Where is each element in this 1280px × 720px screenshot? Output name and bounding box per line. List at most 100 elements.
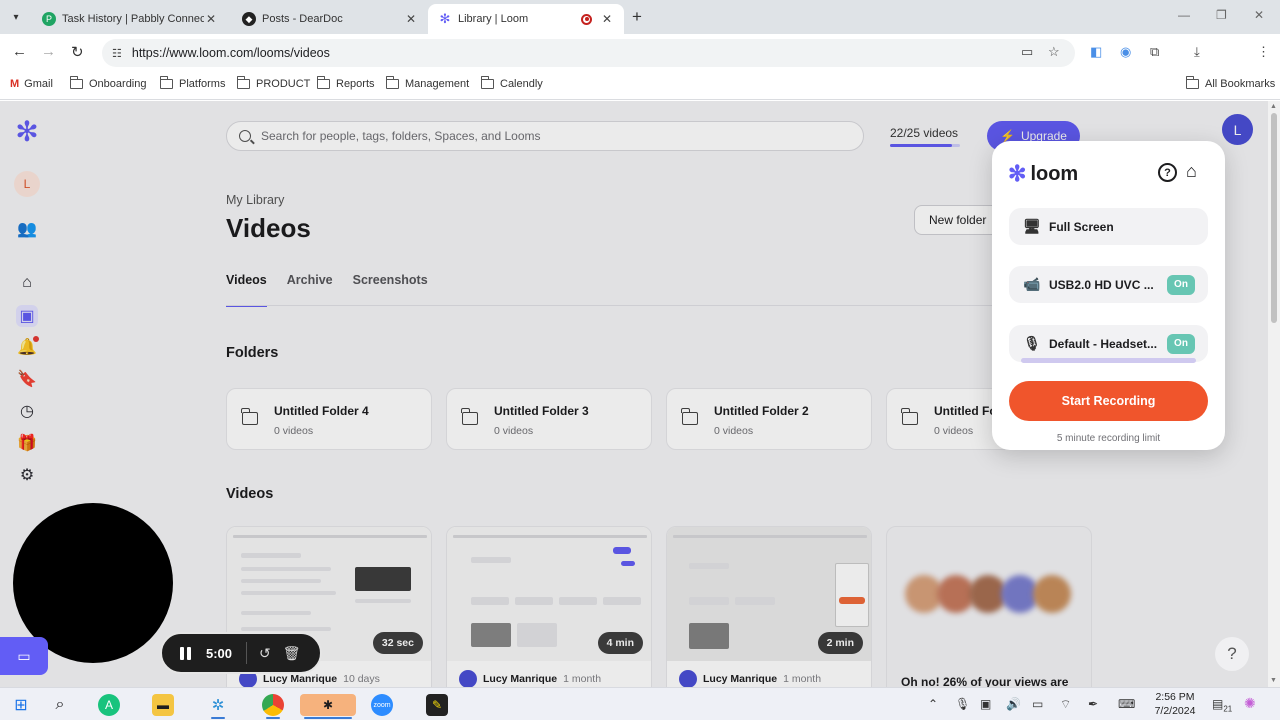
camera-toggle-icon[interactable]: ▭ — [0, 637, 48, 675]
grammarly-icon[interactable]: ◉ — [1120, 44, 1131, 60]
scrollbar-thumb[interactable] — [1271, 113, 1277, 323]
screen-option[interactable]: 🖥 Full Screen — [1009, 208, 1208, 245]
app-icon[interactable]: A — [98, 694, 120, 716]
pen-icon[interactable]: ✒ — [1088, 697, 1098, 711]
new-tab-button[interactable]: + — [632, 7, 642, 27]
extensions-puzzle-icon[interactable]: ⧉ — [1150, 44, 1159, 60]
windows-taskbar: ⊞ ⌕ A ▬ ✲ ✱ zoom ✎ ⌃ 🎙 ▣ 🔊 ▭ ⌔ ✒ ⌨ 2:56 … — [0, 687, 1280, 720]
bookmark-label: Onboarding — [89, 78, 147, 90]
bookmark-label: PRODUCT — [256, 78, 311, 90]
bookmark-star-icon[interactable]: ☆ — [1048, 44, 1060, 60]
bookmark-calendly[interactable]: Calendly — [480, 76, 543, 90]
menu-kebab-icon[interactable]: ⋮ — [1257, 44, 1270, 60]
restart-icon[interactable]: ↺ — [259, 645, 271, 662]
sticky-notes-icon[interactable]: ✎ — [426, 694, 448, 716]
copilot-icon[interactable]: ✺ — [1244, 695, 1256, 712]
loom-library-page: ✻ L 👥 ⌂ ▣ 🔔 🔖 ◷ 🎁 ⚙ 22/25 videos ⚡ Upgra… — [0, 101, 1280, 687]
taskbar-clock[interactable]: 2:56 PM 7/2/2024 — [1152, 690, 1198, 718]
bookmark-label: Gmail — [24, 78, 53, 90]
folder-icon — [69, 76, 83, 89]
windows-start-icon[interactable]: ⊞ — [10, 694, 32, 716]
control-divider — [246, 642, 248, 664]
browser-tab-strip: ▾ P Task History | Pabbly Connect ✕ ◆ Po… — [0, 0, 1280, 34]
notification-count: 21 — [1223, 704, 1233, 714]
address-bar[interactable]: ☷ https://www.loom.com/looms/videos — [102, 39, 1075, 67]
close-icon[interactable]: ✕ — [600, 12, 614, 26]
tab-search-dropdown[interactable]: ▾ — [6, 7, 26, 27]
maximize-icon[interactable]: ❐ — [1216, 8, 1227, 22]
tray-overflow-icon[interactable]: ⌃ — [928, 697, 938, 711]
wifi-icon[interactable]: ⌔ — [1060, 697, 1071, 712]
bookmarks-bar: M Gmail Onboarding Platforms PRODUCT Repo… — [0, 72, 1280, 100]
microphone-option[interactable]: 🎙 Default - Headset... On — [1009, 325, 1208, 363]
bookmark-label: Reports — [336, 78, 375, 90]
notifications-icon[interactable]: ▤21 — [1212, 697, 1232, 713]
battery-icon[interactable]: ▭ — [1032, 697, 1043, 711]
forward-icon[interactable]: → — [41, 43, 56, 60]
bookmark-onboarding[interactable]: Onboarding — [69, 76, 147, 90]
option-label: USB2.0 HD UVC ... — [1049, 277, 1154, 292]
tab-title: Task History | Pabbly Connect — [62, 13, 204, 25]
bookmark-management[interactable]: Management — [385, 76, 470, 90]
tab-pabbly[interactable]: P Task History | Pabbly Connect ✕ — [32, 4, 228, 34]
camera-option[interactable]: 📹 USB2.0 HD UVC ... On — [1009, 266, 1208, 303]
scroll-down-icon[interactable]: ▼ — [1270, 677, 1277, 684]
camera-icon: 📹 — [1023, 276, 1041, 292]
pause-icon[interactable] — [180, 646, 192, 660]
close-icon[interactable]: ✕ — [204, 12, 218, 26]
microphone-toggle[interactable]: On — [1167, 333, 1195, 354]
recording-limit-text: 5 minute recording limit — [1056, 433, 1161, 444]
bookmark-platforms[interactable]: Platforms — [159, 76, 226, 90]
microphone-icon[interactable]: 🎙 — [955, 697, 970, 711]
trash-icon[interactable]: 🗑 — [283, 645, 301, 662]
tab-deardoc[interactable]: ◆ Posts - DearDoc ✕ — [232, 4, 428, 34]
tab-title: Posts - DearDoc — [262, 13, 343, 25]
recording-control-bar: 5:00 ↺ 🗑 — [160, 632, 322, 674]
start-recording-button[interactable]: Start Recording — [1009, 381, 1208, 421]
bookmark-product[interactable]: PRODUCT — [236, 76, 311, 90]
extension-icon[interactable]: ◧ — [1090, 44, 1102, 60]
home-icon[interactable]: ⌂ — [1186, 161, 1197, 182]
bookmark-label: Calendly — [500, 78, 543, 90]
minimize-icon[interactable]: — — [1178, 8, 1190, 22]
back-icon[interactable]: ← — [12, 43, 27, 60]
scroll-up-icon[interactable]: ▲ — [1270, 103, 1277, 110]
recorder-logo: ✻ loom — [1008, 161, 1078, 187]
pabbly-favicon-icon: P — [42, 12, 56, 26]
site-info-icon[interactable]: ☷ — [112, 47, 122, 60]
option-label: Full Screen — [1049, 219, 1114, 234]
bookmark-reports[interactable]: Reports — [316, 76, 375, 90]
network-app-icon[interactable]: ✲ — [207, 694, 229, 719]
all-bookmarks[interactable]: All Bookmarks — [1185, 76, 1275, 90]
mic-level-meter — [1021, 358, 1196, 363]
scrollbar[interactable]: ▲ ▼ — [1268, 101, 1280, 687]
keyboard-icon[interactable]: ⌨ — [1118, 697, 1135, 711]
folder-icon — [236, 76, 250, 89]
download-icon[interactable]: ⤓ — [1194, 44, 1200, 60]
search-icon[interactable]: ⌕ — [49, 694, 71, 716]
bookmark-label: Platforms — [179, 78, 226, 90]
file-explorer-icon[interactable]: ▬ — [152, 694, 174, 716]
help-button[interactable]: ? — [1215, 637, 1249, 671]
close-icon[interactable]: ✕ — [404, 12, 418, 26]
help-icon[interactable]: ? — [1158, 163, 1177, 182]
folder-icon — [385, 76, 399, 89]
chrome-icon[interactable] — [262, 694, 284, 719]
reload-icon[interactable]: ↻ — [71, 43, 84, 61]
bookmark-gmail[interactable]: M Gmail — [10, 78, 53, 90]
brand-name: loom — [1030, 162, 1079, 185]
zoom-icon[interactable]: zoom — [371, 694, 393, 716]
close-window-icon[interactable]: ✕ — [1254, 8, 1264, 22]
slack-icon[interactable]: ✱ — [300, 694, 356, 719]
bookmark-label: Management — [405, 78, 470, 90]
camera-tray-icon[interactable]: ▣ — [980, 697, 991, 711]
gmail-icon: M — [10, 78, 20, 90]
tab-loom[interactable]: ✻ Library | Loom ✕ — [428, 4, 624, 34]
folder-icon — [316, 76, 330, 89]
browser-toolbar: ← → ↻ ☷ https://www.loom.com/looms/video… — [0, 34, 1280, 94]
camera-in-use-icon[interactable]: ▭ — [1021, 44, 1033, 60]
camera-toggle[interactable]: On — [1167, 274, 1195, 295]
volume-icon[interactable]: 🔊 — [1006, 697, 1021, 711]
folder-icon — [159, 76, 173, 89]
microphone-icon: 🎙 — [1023, 335, 1041, 351]
